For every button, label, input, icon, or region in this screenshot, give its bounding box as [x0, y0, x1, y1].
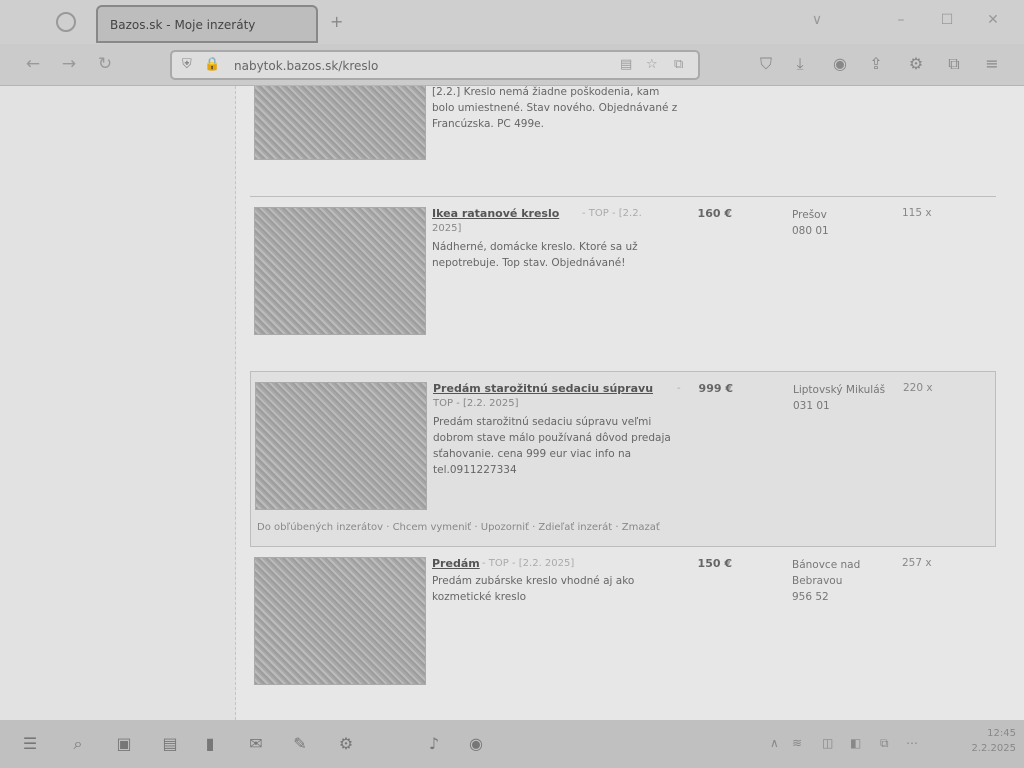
- listing-date: 2025]: [432, 223, 462, 234]
- tab-overview-icon[interactable]: [56, 12, 76, 32]
- account-icon[interactable]: ◉: [830, 54, 850, 73]
- location-city: Prešov: [792, 209, 827, 221]
- listing-item: Predám - TOP - [2.2. 2025] Predám zubárs…: [250, 547, 996, 720]
- browser-tab[interactable]: Bazos.sk - Moje inzeráty: [96, 5, 318, 43]
- listing-title[interactable]: Ikea ratanové kreslo: [432, 207, 559, 220]
- share-icon[interactable]: ⇪: [866, 54, 886, 73]
- listing-description: Predám zubárske kreslo vhodné aj ako koz…: [432, 575, 635, 603]
- listing-image[interactable]: [254, 207, 426, 335]
- keyboard-icon[interactable]: ◧: [850, 736, 861, 750]
- minimize-button[interactable]: –: [892, 12, 910, 28]
- url-text[interactable]: nabytok.bazos.sk/kreslo: [234, 59, 378, 73]
- extension-icon[interactable]: ⧉: [674, 57, 683, 72]
- listing-views: 220 x: [903, 382, 933, 394]
- reader-view-icon[interactable]: ▤: [620, 57, 632, 72]
- network-icon[interactable]: ≋: [792, 736, 802, 750]
- listing-image[interactable]: [254, 86, 426, 160]
- left-sidebar: [0, 86, 236, 720]
- browser-icon[interactable]: ◉: [466, 734, 486, 753]
- clock-date: 2.2.2025: [971, 743, 1016, 754]
- tab-list-chevron-icon[interactable]: ∨: [808, 12, 826, 28]
- bookmark-star-icon[interactable]: ☆: [646, 57, 658, 72]
- display-icon[interactable]: ◫: [822, 736, 833, 750]
- start-icon[interactable]: ☰: [20, 734, 40, 753]
- listing-location: Liptovský Mikuláš 031 01: [793, 382, 901, 414]
- editor-icon[interactable]: ✎: [290, 734, 310, 753]
- menu-icon[interactable]: ≡: [982, 54, 1002, 73]
- location-zip: 080 01: [792, 225, 829, 237]
- search-icon[interactable]: ⌕: [68, 734, 88, 754]
- files-icon[interactable]: ▣: [114, 734, 134, 753]
- title-bar: Bazos.sk - Moje inzeráty + ∨ – ☐ ✕: [0, 0, 1024, 44]
- listing-views: 257 x: [902, 557, 932, 569]
- listing-description: [2.2.] Kreslo nemá žiadne poškodenia, ka…: [432, 86, 678, 130]
- close-button[interactable]: ✕: [984, 12, 1002, 28]
- listing-top-badge: - TOP - [2.2.: [582, 208, 642, 219]
- settings-icon[interactable]: ⚙: [906, 54, 926, 73]
- navigation-bar: ← → ↻ ⛨ 🔒 nabytok.bazos.sk/kreslo ▤ ☆ ⧉ …: [0, 44, 1024, 86]
- download-icon[interactable]: ⤓: [790, 54, 810, 74]
- volume-icon[interactable]: ⋯: [906, 736, 918, 750]
- listing-image[interactable]: [254, 557, 426, 685]
- forward-icon[interactable]: →: [58, 54, 80, 74]
- listing-price: 999 €: [698, 382, 733, 395]
- listing-location: Bánovce nad Bebravou 956 52: [792, 557, 892, 605]
- clipboard-icon[interactable]: ⧉: [880, 736, 889, 751]
- terminal-icon[interactable]: ▮: [200, 734, 220, 753]
- settings-app-icon[interactable]: ⚙: [336, 734, 356, 753]
- listing-title[interactable]: Predám: [432, 557, 480, 570]
- listing-price: 160 €: [697, 207, 732, 220]
- tray-expand-icon[interactable]: ∧: [770, 736, 779, 750]
- listing-item: Ikea ratanové kreslo - TOP - [2.2. 2025]…: [250, 197, 996, 371]
- listing-description: Nádherné, domácke kreslo. Ktoré sa už ne…: [432, 241, 638, 269]
- folder-icon[interactable]: ▤: [160, 734, 180, 753]
- extension-puzzle-icon[interactable]: ⧉: [944, 54, 964, 74]
- url-bar[interactable]: ⛨ 🔒 nabytok.bazos.sk/kreslo ▤ ☆ ⧉: [170, 50, 700, 80]
- listing-image[interactable]: [255, 382, 427, 510]
- pocket-icon[interactable]: ⛉: [756, 54, 776, 74]
- location-zip: 956 52: [792, 591, 829, 603]
- listing-actions[interactable]: Do obľúbených inzerátov · Chcem vymeniť …: [257, 522, 660, 533]
- mail-icon[interactable]: ✉: [246, 734, 266, 753]
- listing-item: [2.2.] Kreslo nemá žiadne poškodenia, ka…: [250, 86, 996, 196]
- new-tab-button[interactable]: +: [330, 12, 343, 31]
- back-icon[interactable]: ←: [22, 54, 44, 74]
- listing-top-badge: -: [677, 383, 681, 394]
- listing-views: 115 x: [902, 207, 932, 219]
- listing-price: 150 €: [697, 557, 732, 570]
- shield-icon[interactable]: ⛨: [182, 57, 192, 72]
- tab-title: Bazos.sk - Moje inzeráty: [110, 18, 256, 32]
- taskbar: ☰ ⌕ ▣ ▤ ▮ ✉ ✎ ⚙ ♪ ◉ ∧ ≋ ◫ ◧ ⧉ ⋯ 12:45 2.…: [0, 720, 1024, 768]
- listing-location: Prešov 080 01: [792, 207, 900, 239]
- listing-description: Predám starožitnú sedaciu súpravu veľmi …: [433, 416, 671, 476]
- lock-icon[interactable]: 🔒: [204, 57, 220, 72]
- listing-title[interactable]: Predám starožitnú sedaciu súpravu: [433, 382, 653, 395]
- reload-icon[interactable]: ↻: [94, 54, 116, 74]
- location-city: Liptovský Mikuláš: [793, 384, 886, 396]
- location-city: Bánovce nad Bebravou: [792, 559, 861, 587]
- clock-time: 12:45: [987, 728, 1016, 739]
- clock[interactable]: 12:45 2.2.2025: [960, 726, 1016, 756]
- location-zip: 031 01: [793, 400, 830, 412]
- page-content: [2.2.] Kreslo nemá žiadne poškodenia, ka…: [0, 86, 1024, 720]
- listing-date: TOP - [2.2. 2025]: [433, 398, 519, 409]
- listing-item-highlighted: Predám starožitnú sedaciu súpravu - TOP …: [250, 371, 996, 547]
- listing-top-badge: - TOP - [2.2. 2025]: [482, 558, 575, 569]
- maximize-button[interactable]: ☐: [938, 12, 956, 28]
- music-icon[interactable]: ♪: [424, 734, 444, 753]
